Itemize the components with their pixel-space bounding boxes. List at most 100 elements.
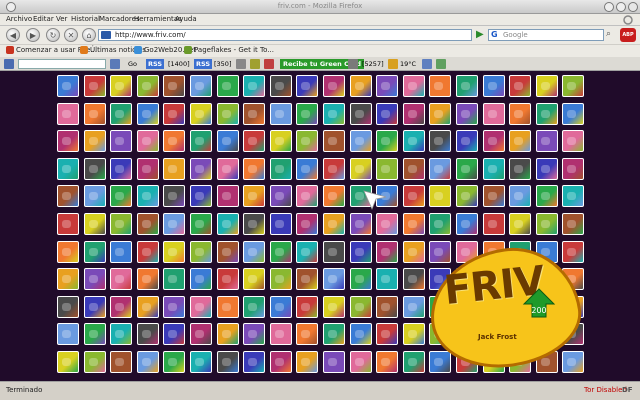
game-thumbnail[interactable] [429,130,452,153]
game-thumbnail[interactable] [243,323,266,346]
game-thumbnail[interactable] [376,213,399,235]
game-thumbnail[interactable] [83,102,106,125]
game-thumbnail[interactable] [323,130,345,153]
game-thumbnail[interactable] [349,351,372,373]
game-thumbnail[interactable] [376,240,399,263]
game-thumbnail[interactable] [482,130,505,153]
game-thumbnail[interactable] [110,185,133,208]
game-thumbnail[interactable] [296,102,319,125]
game-thumbnail[interactable] [136,213,159,235]
game-thumbnail[interactable] [349,157,372,180]
game-thumbnail[interactable] [136,295,159,318]
game-thumbnail[interactable] [269,323,292,346]
game-thumbnail[interactable] [323,351,345,373]
game-thumbnail[interactable] [349,268,372,291]
game-thumbnail[interactable] [57,268,79,291]
toolbar-search-input[interactable] [18,59,106,69]
game-thumbnail[interactable] [136,75,159,97]
window-menu-icon[interactable] [6,2,16,12]
game-thumbnail[interactable] [269,102,292,125]
game-icon[interactable] [264,59,274,69]
game-thumbnail[interactable] [243,295,266,318]
game-thumbnail[interactable] [482,157,505,180]
game-thumbnail[interactable] [296,130,319,153]
game-thumbnail[interactable] [349,213,372,235]
game-thumbnail[interactable] [269,351,292,373]
game-thumbnail[interactable] [243,351,266,373]
go-button[interactable]: ▶ [476,29,486,41]
game-thumbnail[interactable] [296,240,319,263]
mail-icon[interactable] [236,59,246,69]
game-thumbnail[interactable] [535,213,558,235]
tor-status[interactable]: Tor Disabled [584,386,627,394]
game-thumbnail[interactable] [190,295,212,318]
game-thumbnail[interactable] [110,102,133,125]
game-thumbnail[interactable] [57,157,79,180]
game-thumbnail[interactable] [269,268,292,291]
game-thumbnail[interactable] [296,185,319,208]
game-thumbnail[interactable] [482,102,505,125]
game-thumbnail[interactable] [456,102,478,125]
game-thumbnail[interactable] [535,75,558,97]
game-thumbnail[interactable] [535,102,558,125]
game-thumbnail[interactable] [83,157,106,180]
game-thumbnail[interactable] [376,157,399,180]
game-thumbnail[interactable] [456,213,478,235]
game-thumbnail[interactable] [323,295,345,318]
game-thumbnail[interactable] [429,213,452,235]
menu-editar[interactable]: Editar [33,15,54,23]
game-thumbnail[interactable] [402,102,425,125]
game-thumbnail[interactable] [269,185,292,208]
game-thumbnail[interactable] [136,130,159,153]
game-thumbnail[interactable] [243,185,266,208]
game-thumbnail[interactable] [323,102,345,125]
game-thumbnail[interactable] [243,268,266,291]
game-thumbnail[interactable] [216,102,239,125]
game-thumbnail[interactable] [216,240,239,263]
stop-button[interactable]: ✕ [64,28,78,42]
game-thumbnail[interactable] [163,323,186,346]
game-thumbnail[interactable] [83,351,106,373]
close-icon[interactable] [628,2,638,12]
rss-button[interactable]: RSS [194,59,213,69]
game-thumbnail[interactable] [562,130,585,153]
game-thumbnail[interactable] [296,157,319,180]
game-thumbnail[interactable] [163,130,186,153]
game-thumbnail[interactable] [323,240,345,263]
game-thumbnail[interactable] [349,75,372,97]
game-thumbnail[interactable] [163,351,186,373]
home-button[interactable]: ⌂ [82,28,96,42]
game-thumbnail[interactable] [269,295,292,318]
game-thumbnail[interactable] [216,185,239,208]
game-thumbnail[interactable] [216,268,239,291]
game-thumbnail[interactable] [509,102,532,125]
game-thumbnail[interactable] [323,213,345,235]
game-thumbnail[interactable] [402,75,425,97]
music-icon[interactable] [436,59,446,69]
game-thumbnail[interactable] [562,102,585,125]
bookmark-item[interactable]: Pageflakes - Get it To... [184,46,274,54]
game-thumbnail[interactable] [190,213,212,235]
game-thumbnail[interactable] [402,323,425,346]
toolbar-logo-icon[interactable] [4,59,14,69]
game-thumbnail[interactable] [190,130,212,153]
game-thumbnail[interactable] [243,157,266,180]
toolbar-go-button[interactable]: Go [128,59,137,69]
game-thumbnail[interactable] [83,295,106,318]
game-thumbnail[interactable] [83,213,106,235]
game-thumbnail[interactable] [243,130,266,153]
maximize-icon[interactable] [616,2,626,12]
game-thumbnail[interactable] [190,323,212,346]
game-thumbnail[interactable] [402,157,425,180]
game-thumbnail[interactable] [110,130,133,153]
game-thumbnail[interactable] [269,213,292,235]
game-thumbnail[interactable] [376,102,399,125]
game-thumbnail[interactable] [509,130,532,153]
game-thumbnail[interactable] [136,323,159,346]
game-thumbnail[interactable] [83,268,106,291]
game-thumbnail[interactable] [190,102,212,125]
game-thumbnail[interactable] [509,75,532,97]
game-thumbnail[interactable] [216,323,239,346]
game-thumbnail[interactable] [110,323,133,346]
forward-button[interactable]: ▶ [26,28,40,42]
